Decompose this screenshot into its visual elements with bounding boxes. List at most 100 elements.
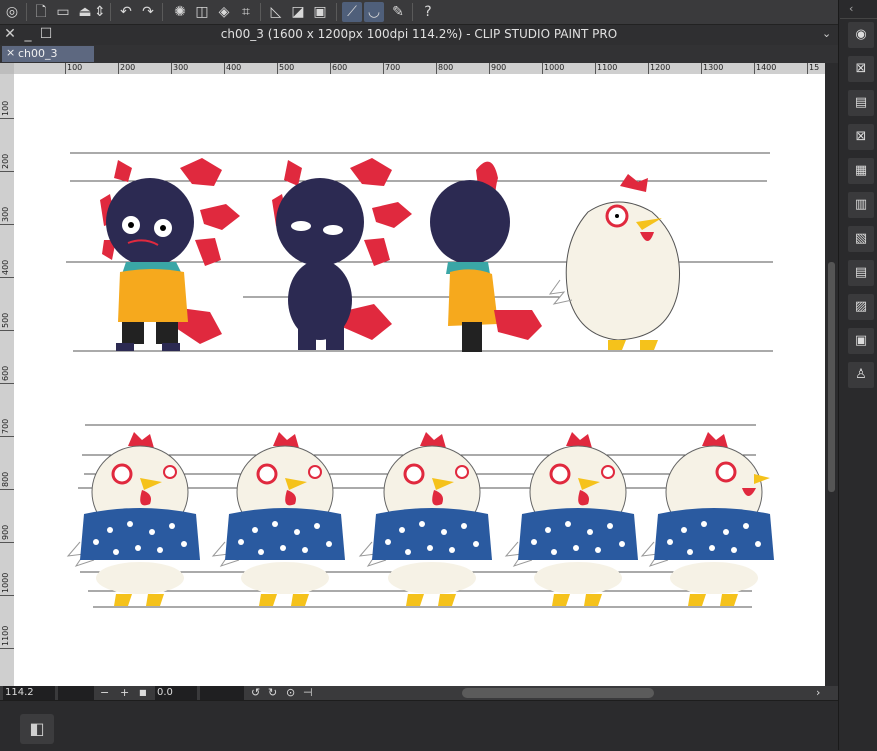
ruler-tick: [0, 436, 14, 437]
snap-ruler-icon[interactable]: ◺: [266, 2, 286, 22]
ruler-tick: [0, 224, 14, 225]
horizontal-scroll-thumb[interactable]: [462, 688, 654, 698]
reset-rotation-icon[interactable]: ⊙: [286, 686, 295, 700]
ruler-tick: [701, 63, 702, 74]
close-panel-icon[interactable]: ⊠: [848, 124, 874, 150]
ruler-snap-icon[interactable]: ⟋: [342, 2, 362, 22]
collapse-panel-icon[interactable]: ‹: [849, 2, 853, 15]
rotate-right-icon[interactable]: ↻: [268, 686, 277, 700]
new-file-icon[interactable]: 🗋: [31, 2, 51, 22]
zoom-out-button[interactable]: −: [100, 686, 109, 700]
layer-search-icon[interactable]: ▥: [848, 192, 874, 218]
chevron-down-icon[interactable]: ⌄: [822, 27, 831, 40]
save-cloud-icon[interactable]: ⏏: [75, 2, 95, 22]
ruler-tick: [330, 63, 331, 74]
canvas[interactable]: [14, 74, 825, 686]
window-title: ch00_3 (1600 x 1200px 100dpi 114.2%) - C…: [220, 27, 618, 41]
ruler-label: 1000: [544, 63, 565, 72]
navigator-icon[interactable]: ◉: [848, 22, 874, 48]
ruler-tick: [277, 63, 278, 74]
ruler-tick: [489, 63, 490, 74]
ruler-label: 400: [1, 259, 10, 275]
flip-icon[interactable]: ⊣: [303, 686, 313, 700]
artwork: [66, 152, 774, 608]
ruler-label: 1400: [756, 63, 777, 72]
open-folder-icon[interactable]: ▭: [53, 2, 73, 22]
ruler-tick: [648, 63, 649, 74]
rotation-field[interactable]: 0.0: [155, 686, 197, 700]
ruler-tick: [542, 63, 543, 74]
rotate-left-icon[interactable]: ↺: [251, 686, 260, 700]
sidebar-toggle-icon[interactable]: ◧: [20, 714, 54, 744]
tab-close-icon[interactable]: ×: [6, 46, 15, 59]
ruler-label: 700: [1, 418, 10, 434]
ruler-tick: [0, 330, 14, 331]
ruler-tick: [65, 63, 66, 74]
chicken-top: [548, 174, 681, 350]
axolotl-side: [430, 161, 542, 352]
crop-icon[interactable]: ⌗: [236, 2, 256, 22]
redo-icon[interactable]: ↷: [138, 2, 158, 22]
transform-icon[interactable]: ◫: [192, 2, 212, 22]
pen-pressure-icon[interactable]: ✎: [388, 2, 408, 22]
chicken-kimono: [358, 432, 492, 606]
help-icon[interactable]: ?: [418, 2, 438, 22]
tab-label: ch00_3: [18, 47, 58, 60]
chicken-kimono: [504, 432, 638, 606]
ruler-label: 300: [1, 206, 10, 222]
main-toolbar: ◎ 🗋 ▭ ⏏ ⇕ ↶ ↷ ✺ ◫ ◈ ⌗ ◺ ◪ ▣ ⟋ ◡ ✎ ?: [0, 0, 838, 25]
ruler-label: 800: [438, 63, 454, 72]
layer-icon[interactable]: ▤: [848, 260, 874, 286]
fill-icon[interactable]: ◈: [214, 2, 234, 22]
ruler-tick: [0, 489, 14, 490]
axolotl-front: [100, 158, 240, 351]
ruler-tick: [0, 171, 14, 172]
ruler-tick: [807, 63, 808, 74]
snap-perspective-icon[interactable]: ▣: [310, 2, 330, 22]
bottom-dock: [0, 700, 838, 751]
ruler-tick: [0, 542, 14, 543]
ruler-tick: [595, 63, 596, 74]
ruler-label: 500: [279, 63, 295, 72]
vertical-scroll-thumb[interactable]: [828, 262, 835, 492]
zoom-slider[interactable]: [58, 686, 94, 700]
ruler-tick: [224, 63, 225, 74]
rotation-slider[interactable]: [200, 686, 244, 700]
ruler-label: 1000: [1, 572, 10, 593]
sub-view-icon[interactable]: ⊠: [848, 56, 874, 82]
material-icon[interactable]: ▦: [848, 158, 874, 184]
ruler-label: 1100: [1, 625, 10, 646]
ruler-tick: [0, 383, 14, 384]
axolotl-three-quarter: [272, 158, 412, 350]
ruler-tick: [383, 63, 384, 74]
character-pose-icon[interactable]: ♙: [848, 362, 874, 388]
clip-studio-menu-icon[interactable]: ◎: [2, 2, 22, 22]
ruler-tick: [0, 118, 14, 119]
auto-action-icon[interactable]: ▨: [848, 294, 874, 320]
ruler-tick: [754, 63, 755, 74]
ruler-label: 800: [1, 471, 10, 487]
document-tab-bar: × ch00_3: [0, 45, 838, 64]
zoom-field[interactable]: 114.2: [3, 686, 55, 700]
zoom-in-button[interactable]: +: [120, 686, 129, 700]
ruler-label: 900: [491, 63, 507, 72]
status-bar: 114.2 − + ■ 0.0 ↺ ↻ ⊙ ⊣ ›: [0, 686, 838, 700]
undo-icon[interactable]: ↶: [116, 2, 136, 22]
chevron-updown-icon[interactable]: ⇕: [94, 2, 106, 22]
ruler-tick: [0, 277, 14, 278]
item-bank-icon[interactable]: ▣: [848, 328, 874, 354]
layer-property-icon[interactable]: ▤: [848, 90, 874, 116]
ruler-label: 600: [1, 365, 10, 381]
vertical-ruler[interactable]: 100 200 300 400 500 600 700 800 900 1000 1100: [0, 74, 15, 686]
chicken-row: [66, 432, 774, 606]
fit-window-button[interactable]: ■: [139, 686, 147, 700]
special-ruler-icon[interactable]: ◡: [364, 2, 384, 22]
chicken-kimono: [211, 432, 345, 606]
scroll-right-icon[interactable]: ›: [816, 686, 820, 700]
ruler-label: 1300: [703, 63, 724, 72]
title-bar: ✕ _ ☐ ch00_3 (1600 x 1200px 100dpi 114.2…: [0, 25, 838, 45]
ruler-label: 900: [1, 524, 10, 540]
tab-ch00-3[interactable]: × ch00_3: [2, 46, 94, 62]
snap-grid-icon[interactable]: ◪: [288, 2, 308, 22]
color-set-icon[interactable]: ▧: [848, 226, 874, 252]
